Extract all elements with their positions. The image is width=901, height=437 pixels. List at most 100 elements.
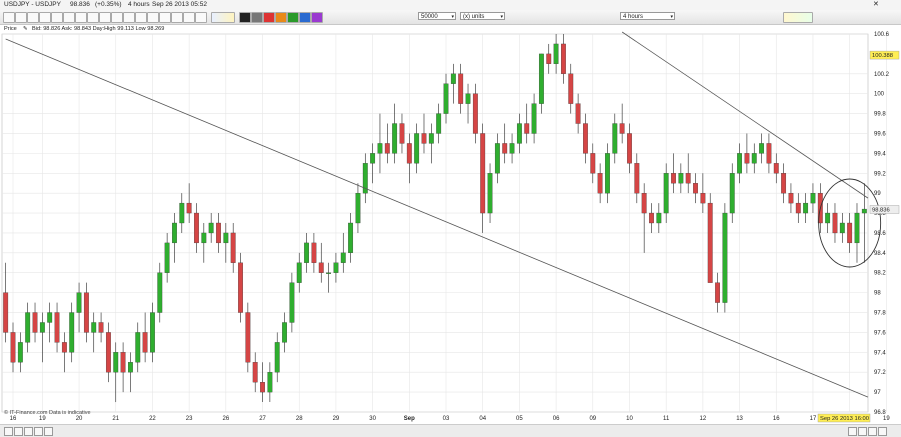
- current-price-label: 98.836: [872, 207, 890, 213]
- fullscreen-icon[interactable]: [848, 427, 857, 436]
- x-tick-label: 09: [589, 416, 596, 422]
- x-tick-label: 30: [369, 416, 376, 422]
- candle-body-down: [744, 153, 750, 164]
- candle-body-down: [421, 133, 427, 144]
- candle-body-up: [803, 202, 809, 214]
- candle-body-down: [561, 43, 566, 74]
- candlestick-chart: 100.6100.210099.899.699.499.29998.898.69…: [1, 31, 900, 423]
- candle-body-down: [472, 93, 478, 134]
- candle-body-down: [399, 123, 405, 144]
- y-tick-label: 99.2: [874, 171, 886, 177]
- candle-body-down: [795, 202, 801, 214]
- candle-body-down: [590, 153, 596, 174]
- y-tick-label: 99.4: [874, 151, 886, 157]
- y-tick-label: 97.6: [874, 330, 886, 336]
- candle-body-down: [406, 143, 412, 164]
- candle-body-down: [142, 332, 148, 353]
- y-tick-label: 100.2: [874, 72, 890, 78]
- candle-body-down: [480, 133, 486, 214]
- candle-body-up: [274, 342, 280, 373]
- candle-body-up: [113, 352, 119, 373]
- fit-icon[interactable]: [44, 427, 53, 436]
- y-tick-label: 100: [874, 92, 885, 98]
- candle-body-down: [641, 193, 647, 214]
- candle-body-down: [384, 143, 390, 154]
- candle-body-down: [105, 332, 111, 373]
- candle-body-up: [605, 153, 610, 194]
- candle-body-up: [326, 272, 332, 274]
- scroll-left-icon[interactable]: [14, 427, 23, 436]
- candle-body-up: [825, 212, 831, 224]
- y-tick-label: 97.8: [874, 311, 886, 317]
- candle-body-down: [186, 202, 192, 214]
- candle-body-up: [69, 312, 75, 353]
- candle-body-up: [17, 342, 23, 363]
- y-tick-label: 97.4: [874, 350, 886, 356]
- candle-body-down: [120, 352, 126, 373]
- candle-body-down: [524, 123, 530, 134]
- candle-body-up: [164, 242, 170, 273]
- scroll-start-icon[interactable]: [4, 427, 13, 436]
- x-tick-label: 26: [222, 416, 229, 422]
- zoom-out-icon[interactable]: [24, 427, 33, 436]
- candle-body-down: [546, 53, 552, 64]
- candle-body-up: [223, 232, 229, 244]
- candle-body-up: [179, 202, 185, 224]
- x-tick-label: 05: [516, 416, 523, 422]
- candle-body-down: [245, 312, 251, 363]
- x-tick-label: 10: [626, 416, 633, 422]
- close-panel-icon[interactable]: [878, 427, 887, 436]
- y-tick-label: 99.8: [874, 112, 886, 118]
- x-tick-label: 16: [773, 416, 780, 422]
- candle-body-up: [135, 332, 141, 363]
- candle-body-up: [377, 143, 383, 154]
- candle-body-up: [678, 173, 684, 184]
- candle-body-down: [54, 312, 60, 343]
- candle-body-down: [693, 183, 698, 194]
- candle-body-down: [216, 222, 221, 244]
- y-tick-label: 99: [874, 191, 881, 197]
- candle-body-down: [832, 212, 838, 234]
- candle-body-up: [759, 143, 765, 154]
- candle-body-up: [656, 212, 662, 224]
- candle-body-up: [208, 222, 214, 234]
- candle-body-down: [627, 133, 632, 164]
- candle-body-down: [707, 202, 713, 283]
- candle-body-down: [781, 173, 787, 194]
- candle-body-up: [267, 372, 273, 393]
- candle-body-up: [333, 262, 339, 273]
- candle-body-up: [340, 252, 346, 263]
- scroll-end-icon[interactable]: [868, 427, 877, 436]
- candle-body-up: [304, 242, 309, 263]
- zoom-in-icon[interactable]: [34, 427, 43, 436]
- y-tick-label: 97: [874, 390, 881, 396]
- candle-body-up: [839, 222, 845, 234]
- candle-body-down: [766, 143, 772, 164]
- candle-body-up: [751, 153, 757, 164]
- time-marker-label: Sep 26 2013 16:00: [820, 416, 869, 422]
- price-marker-label: 100.388: [872, 53, 893, 59]
- candle-body-down: [583, 123, 588, 154]
- scroll-right-icon[interactable]: [858, 427, 867, 436]
- candle-body-up: [39, 322, 45, 333]
- candle-body-down: [847, 222, 853, 244]
- x-tick-label: 20: [76, 416, 83, 422]
- candle-body-up: [296, 262, 302, 283]
- x-tick-label: 12: [700, 416, 707, 422]
- candle-body-up: [282, 322, 287, 343]
- candle-body-up: [810, 193, 816, 204]
- candle-body-down: [568, 73, 574, 104]
- candle-body-up: [76, 292, 82, 313]
- x-tick-label: 03: [443, 416, 450, 422]
- candle-body-up: [128, 362, 133, 373]
- candle-body-up: [663, 173, 669, 214]
- candle-body-down: [685, 173, 691, 184]
- candle-body-down: [788, 193, 794, 204]
- candle-body-down: [575, 103, 581, 124]
- candle-body-up: [465, 93, 471, 104]
- candle-body-down: [260, 382, 265, 393]
- candle-body-down: [3, 292, 9, 333]
- candle-body-up: [414, 133, 420, 164]
- candle-body-up: [428, 133, 434, 144]
- candle-body-down: [458, 73, 464, 104]
